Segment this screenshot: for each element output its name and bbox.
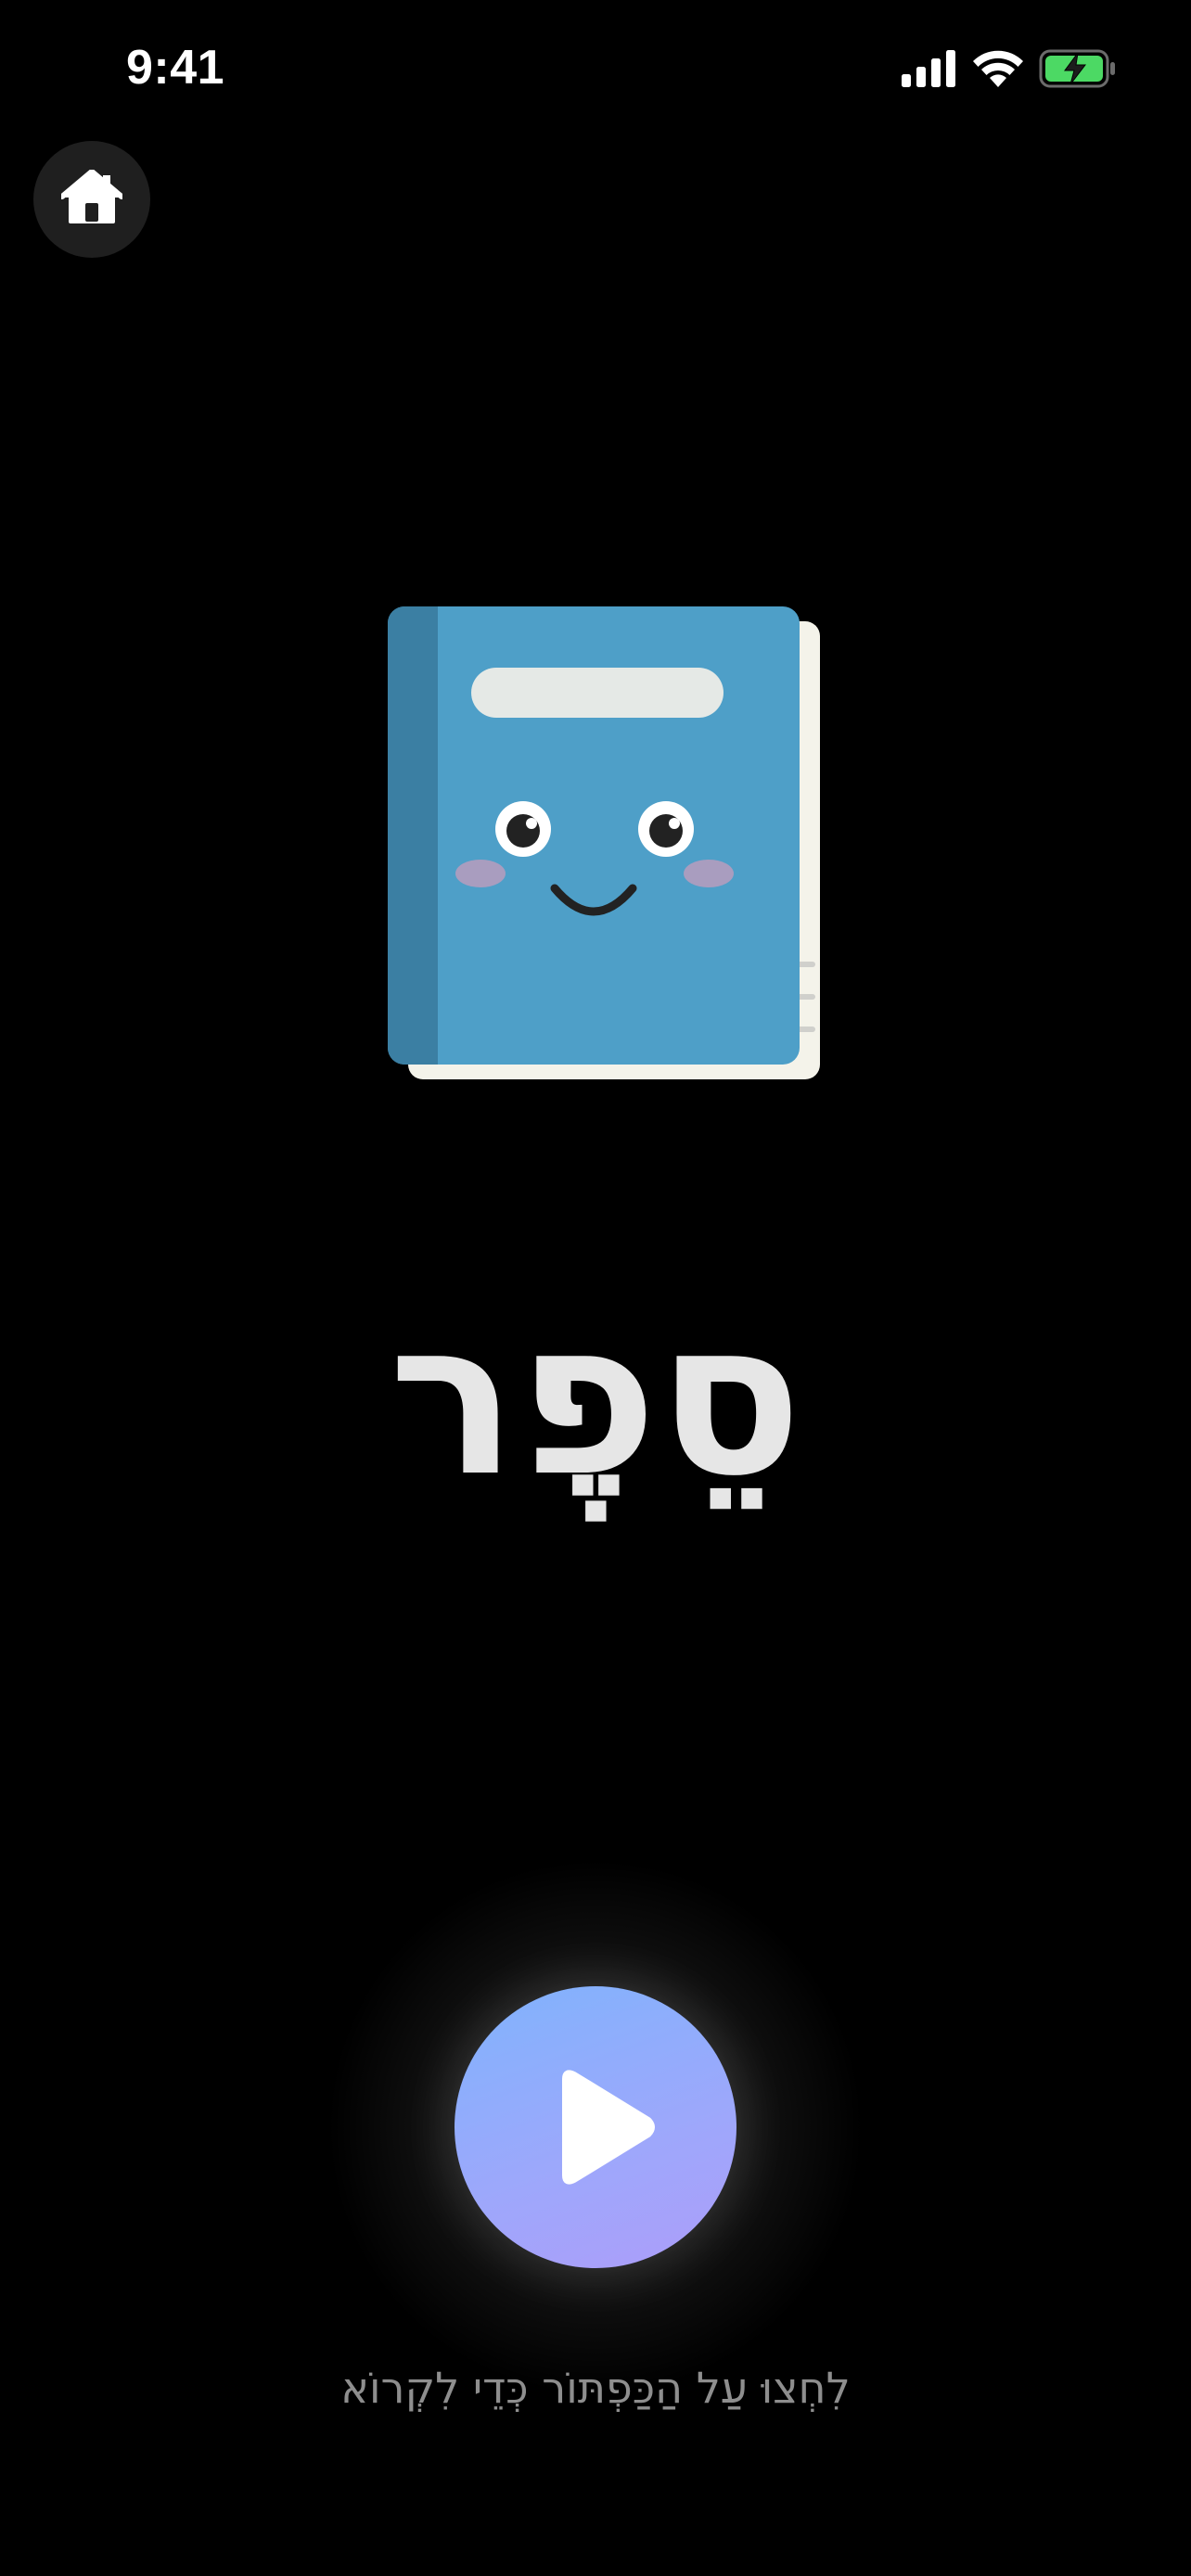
home-icon	[59, 169, 124, 229]
play-button[interactable]	[455, 1986, 736, 2268]
wifi-icon	[972, 49, 1024, 88]
book-illustration	[388, 603, 824, 1085]
hebrew-word: סֵפֶר	[388, 1276, 803, 1524]
status-icons	[902, 43, 1117, 95]
battery-charging-icon	[1039, 48, 1117, 89]
play-icon	[535, 2070, 656, 2185]
status-bar: 9:41	[0, 0, 1191, 134]
instruction-text: לִחְצוּ עַל הַכַּפְתּוֹר כְּדֵי לִקְרוֹא	[340, 2363, 851, 2413]
smiling-book-icon	[388, 603, 824, 1085]
signal-icon	[902, 50, 957, 87]
home-button[interactable]	[33, 141, 150, 258]
status-time: 9:41	[126, 41, 225, 95]
